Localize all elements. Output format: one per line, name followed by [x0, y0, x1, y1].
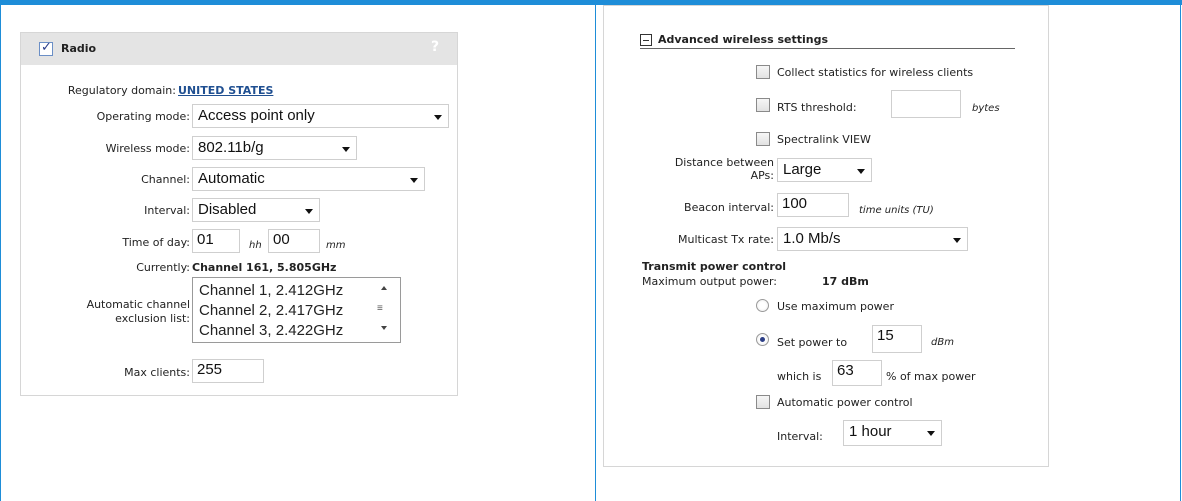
collect-stats-label: Collect statistics for wireless clients: [777, 66, 974, 79]
chevron-down-icon: [410, 178, 418, 183]
time-minute-input[interactable]: 00: [268, 229, 320, 253]
scroll-down-icon[interactable]: [381, 326, 387, 330]
operating-mode-value: Access point only: [198, 107, 315, 124]
currently-label: Currently:: [136, 261, 190, 274]
time-hour-input[interactable]: 01: [192, 229, 240, 253]
regulatory-domain-label: Regulatory domain:: [67, 84, 176, 97]
chevron-down-icon: [857, 169, 865, 174]
wireless-mode-label: Wireless mode:: [105, 142, 190, 155]
set-power-unit: dBm: [931, 337, 954, 348]
beacon-unit: time units (TU): [859, 205, 934, 216]
operating-mode-label: Operating mode:: [96, 110, 190, 123]
list-item[interactable]: Channel 2, 2.417GHz: [199, 302, 343, 319]
beacon-interval-label: Beacon interval:: [684, 201, 774, 214]
multicast-rate-select[interactable]: 1.0 Mb/s: [777, 227, 968, 251]
exclusion-list-label-1: Automatic channel: [86, 298, 190, 311]
regulatory-domain-link[interactable]: UNITED STATES: [178, 84, 273, 97]
distance-value: Large: [783, 161, 822, 178]
hour-unit: hh: [249, 240, 262, 251]
operating-mode-select[interactable]: Access point only: [192, 104, 449, 128]
interval-select[interactable]: Disabled: [192, 198, 320, 222]
radio-panel-header: Radio ?: [21, 33, 457, 65]
auto-power-label: Automatic power control: [777, 396, 913, 409]
chevron-down-icon: [927, 431, 935, 436]
channel-value: Automatic: [198, 170, 265, 187]
which-is-input[interactable]: 63: [832, 360, 882, 386]
list-item[interactable]: Channel 1, 2.412GHz: [199, 282, 343, 299]
rts-threshold-checkbox[interactable]: [756, 98, 770, 112]
max-output-label: Maximum output power:: [642, 275, 777, 288]
list-item[interactable]: Channel 3, 2.422GHz: [199, 322, 343, 339]
collect-stats-checkbox[interactable]: [756, 65, 770, 79]
minute-unit: mm: [326, 240, 346, 251]
rts-threshold-label: RTS threshold:: [777, 101, 857, 114]
auto-interval-select[interactable]: 1 hour: [843, 420, 942, 446]
spectralink-label: Spectralink VIEW: [777, 133, 871, 146]
radio-enable-checkbox[interactable]: [39, 40, 53, 56]
chevron-down-icon: [342, 147, 350, 152]
set-power-label: Set power to: [777, 336, 848, 349]
interval-value: Disabled: [198, 201, 257, 218]
exclusion-list-label-2: exclusion list:: [115, 312, 190, 325]
chevron-down-icon: [305, 209, 313, 214]
channel-select[interactable]: Automatic: [192, 167, 425, 191]
time-of-day-label: Time of day:: [122, 236, 190, 249]
collapse-icon[interactable]: [640, 34, 652, 46]
beacon-interval-input[interactable]: 100: [777, 193, 849, 217]
current-channel-value: Channel 161, 5.805GHz: [192, 261, 337, 274]
tx-power-heading: Transmit power control: [642, 260, 787, 273]
max-output-value: 17 dBm: [822, 275, 869, 288]
scroll-up-icon[interactable]: [381, 286, 387, 290]
which-is-unit: % of max power: [886, 370, 976, 383]
auto-interval-label: Interval:: [777, 430, 823, 443]
section-divider: [640, 48, 1015, 49]
advanced-section-title: Advanced wireless settings: [658, 33, 829, 46]
distance-label-2: APs:: [750, 169, 774, 182]
chevron-down-icon: [434, 115, 442, 120]
rts-threshold-input[interactable]: [891, 90, 961, 118]
use-max-power-radio[interactable]: [756, 299, 769, 312]
set-power-radio[interactable]: [756, 333, 769, 346]
rts-unit: bytes: [972, 103, 1000, 114]
channel-label: Channel:: [141, 173, 190, 186]
use-max-power-label: Use maximum power: [777, 300, 894, 313]
spectralink-checkbox[interactable]: [756, 132, 770, 146]
distance-select[interactable]: Large: [777, 158, 872, 182]
radio-panel-title: Radio: [61, 42, 97, 55]
auto-power-checkbox[interactable]: [756, 395, 770, 409]
exclusion-listbox[interactable]: Channel 1, 2.412GHz Channel 2, 2.417GHz …: [192, 277, 401, 343]
set-power-input[interactable]: 15: [872, 325, 922, 353]
multicast-rate-value: 1.0 Mb/s: [783, 230, 841, 247]
auto-interval-value: 1 hour: [849, 423, 892, 440]
wireless-mode-value: 802.11b/g: [198, 139, 264, 156]
multicast-rate-label: Multicast Tx rate:: [678, 233, 774, 246]
interval-label: Interval:: [144, 204, 190, 217]
scroll-grip-icon[interactable]: ≡: [377, 303, 383, 314]
which-is-label: which is: [777, 370, 822, 383]
chevron-down-icon: [953, 238, 961, 243]
max-clients-input[interactable]: 255: [192, 359, 264, 383]
distance-label-1: Distance between: [674, 156, 774, 169]
wireless-mode-select[interactable]: 802.11b/g: [192, 136, 357, 160]
max-clients-label: Max clients:: [124, 366, 190, 379]
help-icon[interactable]: ?: [431, 39, 439, 55]
